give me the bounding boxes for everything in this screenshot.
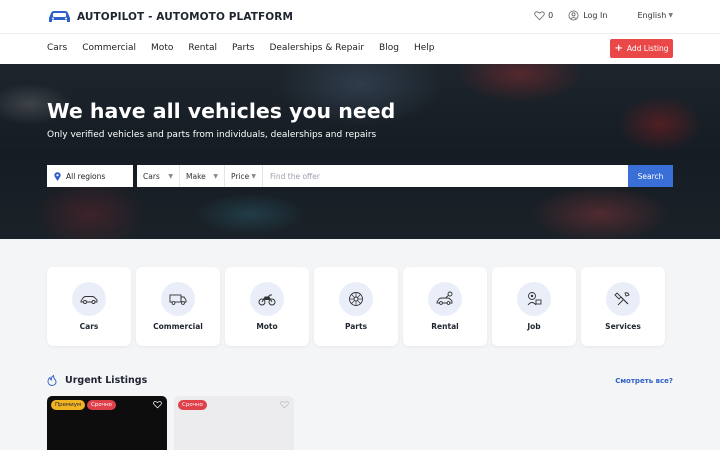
category-label: Parts [344,322,368,331]
category-card-cars[interactable]: Cars [47,267,131,346]
nav-item-cars[interactable]: Cars [47,43,67,53]
hero-overlay [0,64,720,239]
price-label: Price [231,171,250,181]
nav-item-commercial[interactable]: Commercial [82,43,136,53]
region-select[interactable]: All regions [47,165,133,187]
urgent-badge: Срочно [178,400,207,410]
job-icon [527,292,542,306]
see-all-link[interactable]: Смотреть все? [615,377,673,385]
plus-icon: + [614,42,623,54]
add-listing-button[interactable]: + Add Listing [610,39,673,58]
hero-banner: We have all vehicles you need Only verif… [0,64,720,239]
car-icon [80,296,98,304]
logo[interactable]: AUTOPILOT - AUTOMOTO PLATFORM [47,9,293,24]
location-pin-icon [54,171,61,181]
urgent-title: Urgent Listings [65,375,148,386]
region-label: All regions [66,171,106,181]
category-label: Rental [431,322,459,331]
make-select[interactable]: Make ▼ [179,165,224,187]
services-icon [614,292,630,306]
search-button[interactable]: Search [628,165,673,187]
wheel-icon [349,292,363,306]
category-label: Cars [79,322,99,331]
category-card-commercial[interactable]: Commercial [136,267,220,346]
type-label: Cars [143,171,160,181]
nav-item-moto[interactable]: Moto [151,43,173,53]
category-card-parts[interactable]: Parts [314,267,398,346]
listing-card[interactable]: Срочно [174,396,294,450]
listing-card[interactable]: Премиум Срочно [47,396,167,450]
fire-icon [47,375,57,386]
urgent-listings-header: Urgent Listings [47,375,147,386]
nav-item-blog[interactable]: Blog [379,43,399,53]
search-placeholder: Find the offer [270,171,320,181]
category-list: Cars Commercial Moto Parts Rental Job Se… [47,267,670,346]
nav-item-parts[interactable]: Parts [232,43,254,53]
user-icon [568,10,579,21]
add-listing-label: Add Listing [626,44,669,53]
category-card-rental[interactable]: Rental [403,267,487,346]
favorite-heart-icon[interactable] [153,400,162,409]
category-card-job[interactable]: Job [492,267,576,346]
main-nav: Cars Commercial Moto Rental Parts Dealer… [0,33,720,64]
top-header: AUTOPILOT - AUTOMOTO PLATFORM 0 Log In E… [0,0,720,33]
login-link[interactable]: Log In [568,10,607,21]
nav-item-rental[interactable]: Rental [188,43,217,53]
heart-icon [534,11,545,21]
chevron-down-icon: ▼ [251,172,256,180]
language-label: English [637,11,667,20]
favorite-heart-icon[interactable] [280,400,289,409]
nav-item-help[interactable]: Help [414,43,435,53]
hero-title: We have all vehicles you need [47,99,396,123]
search-input[interactable]: Find the offer [262,165,628,187]
rental-car-icon [436,291,453,305]
motorcycle-icon [258,294,276,306]
urgent-badge: Срочно [87,400,116,410]
category-card-services[interactable]: Services [581,267,665,346]
search-bar: All regions Cars ▼ Make ▼ Price ▼ Find t… [47,165,673,187]
premium-badge: Премиум [51,400,86,410]
language-select[interactable]: English ▼ [637,11,673,20]
price-select[interactable]: Price ▼ [224,165,262,187]
category-label: Commercial [153,322,203,331]
chevron-down-icon: ▼ [213,172,218,180]
chevron-down-icon: ▼ [168,172,173,180]
favorites-count: 0 [548,11,554,20]
category-label: Services [605,322,641,331]
car-logo-icon [49,11,70,22]
chevron-down-icon: ▼ [668,12,673,19]
nav-item-dealerships[interactable]: Dealerships & Repair [269,43,364,53]
category-card-moto[interactable]: Moto [225,267,309,346]
logo-text: AUTOPILOT - AUTOMOTO PLATFORM [77,10,294,23]
category-label: Moto [256,322,278,331]
login-label: Log In [583,11,608,20]
type-select[interactable]: Cars ▼ [137,165,179,187]
make-label: Make [186,171,206,181]
truck-icon [169,294,187,305]
category-label: Job [527,322,541,331]
hero-subtitle: Only verified vehicles and parts from in… [47,130,377,140]
favorites-link[interactable]: 0 [534,10,553,21]
